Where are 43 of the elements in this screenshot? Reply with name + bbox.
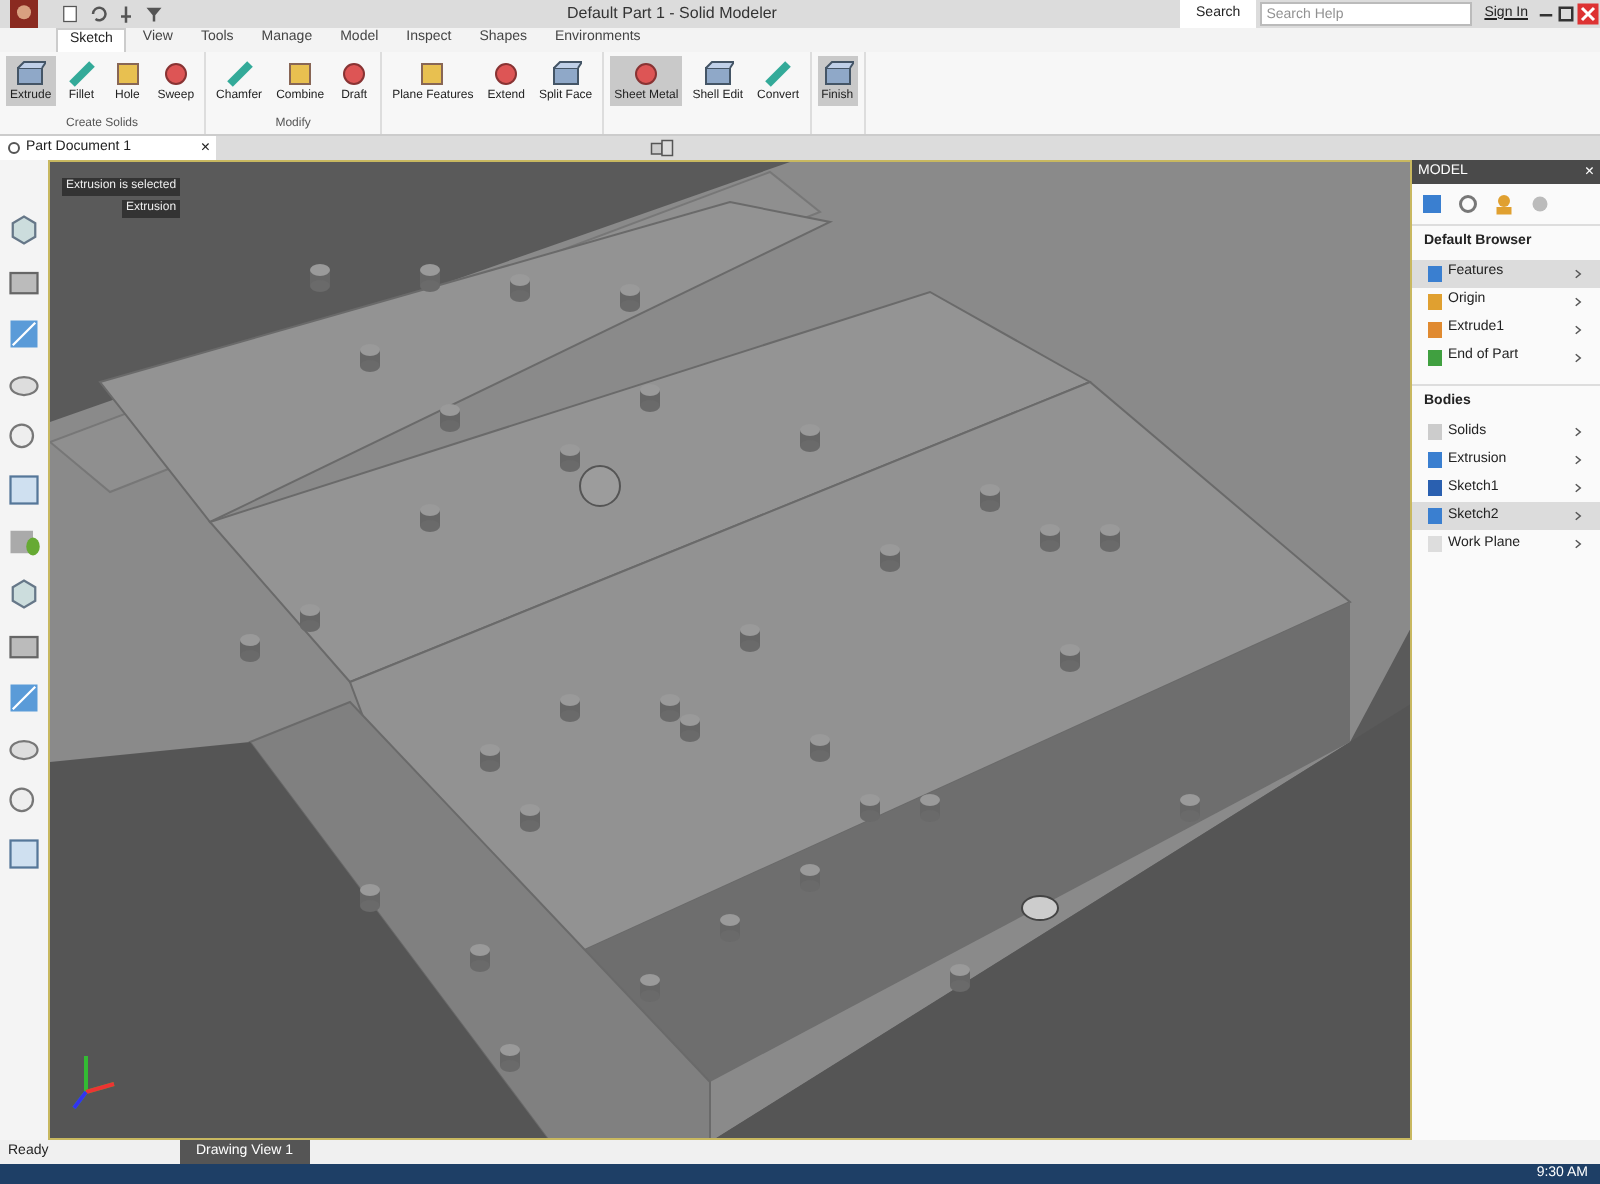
tool-icon[interactable]	[6, 212, 42, 248]
toolbar-icon[interactable]	[1456, 192, 1480, 216]
tool-icon	[416, 58, 449, 90]
tool-icon	[65, 58, 98, 90]
tool-icon[interactable]	[6, 472, 42, 508]
chevron-icon	[1572, 454, 1584, 466]
chevron-icon	[1572, 510, 1584, 522]
close-icon[interactable]	[1576, 2, 1600, 26]
tool-icon	[630, 58, 663, 90]
chevron-icon	[1572, 267, 1584, 279]
tool-icon	[159, 58, 192, 90]
toolbar-icon[interactable]	[1420, 192, 1444, 216]
chevron-icon	[1572, 295, 1584, 307]
tool-icon	[14, 58, 47, 90]
new-file-icon[interactable]	[60, 4, 80, 24]
toolbar-icon[interactable]	[1492, 192, 1516, 216]
tool-icon	[821, 58, 854, 90]
close-panel-button[interactable]: ×	[1584, 160, 1594, 184]
tool-icon	[284, 58, 317, 90]
tool-icon	[549, 58, 582, 90]
tool-icon	[701, 58, 734, 90]
chevron-icon	[1572, 351, 1584, 363]
close-tab-button[interactable]: ×	[200, 136, 210, 160]
tool-icon	[223, 58, 256, 90]
tool-icon	[338, 58, 371, 90]
tool-icon[interactable]	[6, 316, 42, 352]
filter-icon[interactable]	[144, 4, 164, 24]
maximize-icon[interactable]	[1556, 4, 1576, 24]
tool-icon[interactable]	[6, 680, 42, 716]
chevron-icon	[1572, 538, 1584, 550]
view-cube-icon[interactable]	[646, 136, 678, 160]
tool-icon	[490, 58, 523, 90]
tool-icon	[762, 58, 795, 90]
tool-icon	[111, 58, 144, 90]
axis-triad-icon	[72, 1054, 116, 1110]
window-title: Default Part 1 - Solid Modeler	[565, 2, 779, 26]
chevron-icon	[1572, 482, 1584, 494]
chevron-icon	[1572, 323, 1584, 335]
tool-icon[interactable]	[6, 836, 42, 872]
undo-icon[interactable]	[88, 4, 108, 24]
document-icon	[6, 140, 22, 156]
chevron-icon	[1572, 426, 1584, 438]
tool-icon[interactable]	[6, 576, 42, 612]
